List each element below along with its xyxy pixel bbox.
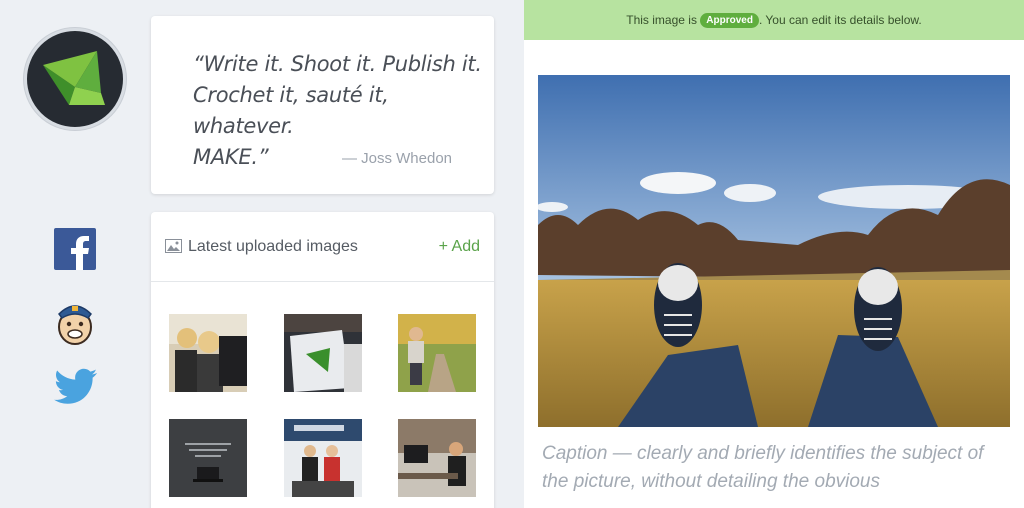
add-image-button[interactable]: + Add	[439, 238, 480, 256]
latest-images-card: Latest uploaded images + Add	[151, 212, 494, 508]
twitter-icon	[54, 368, 97, 404]
thumbnail-firebrand-office[interactable]	[284, 419, 362, 497]
quote-author: — Joss Whedon	[341, 150, 452, 167]
twitter-link[interactable]	[54, 368, 97, 410]
thumbnail-laptop-sticker[interactable]	[284, 314, 362, 392]
mailchimp-icon	[58, 305, 92, 345]
thumbnail-office-desk-worker[interactable]	[398, 419, 476, 497]
main-photo[interactable]	[538, 75, 1010, 427]
thumbnail-woman-garden-path[interactable]	[398, 314, 476, 392]
quote-card: “Write it. Shoot it. Publish it. Crochet…	[151, 16, 494, 194]
leaf-logo-icon	[43, 51, 105, 105]
caption-placeholder[interactable]: Caption — clearly and briefly identifies…	[542, 440, 1012, 496]
quote-line: Crochet it, sauté it, whatever.	[193, 83, 389, 138]
status-badge: Approved	[700, 13, 759, 28]
quote-line: “Write it. Shoot it. Publish it.	[193, 52, 482, 76]
thumbnail-dark-laptop-quote[interactable]	[169, 419, 247, 497]
banner-prefix: This image is	[626, 13, 697, 27]
facebook-link[interactable]	[54, 228, 96, 270]
image-detail-panel: This image is Approved. You can edit its…	[524, 0, 1024, 508]
image-icon	[165, 239, 182, 253]
photo-feet-on-grass	[538, 75, 1010, 427]
banner-suffix: . You can edit its details below.	[758, 13, 922, 27]
facebook-icon	[54, 228, 96, 270]
approval-banner: This image is Approved. You can edit its…	[524, 0, 1024, 40]
latest-images-header: Latest uploaded images + Add	[151, 212, 494, 282]
brand-logo[interactable]	[24, 28, 126, 130]
mailchimp-link[interactable]	[54, 300, 96, 345]
latest-images-title: Latest uploaded images	[188, 238, 358, 255]
thumbnail-two-women-laptop[interactable]	[169, 314, 247, 392]
